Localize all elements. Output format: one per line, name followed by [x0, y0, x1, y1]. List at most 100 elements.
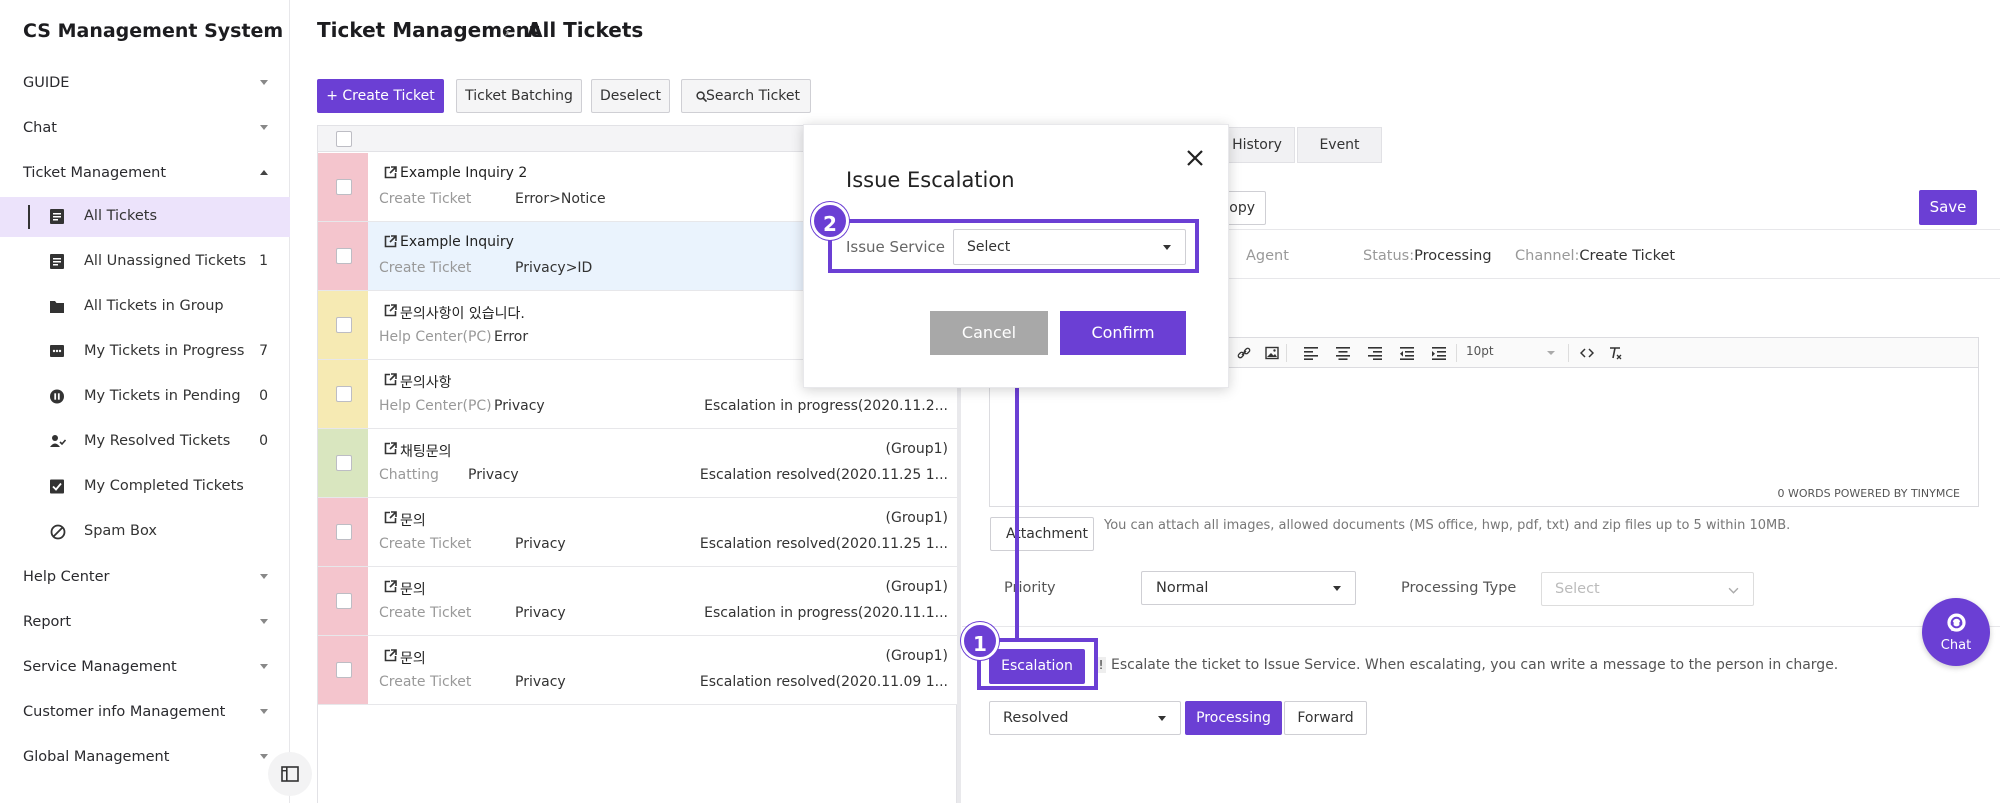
sidebar-item-all-tickets[interactable]: All Tickets: [0, 197, 290, 237]
align-right-icon[interactable]: [1368, 346, 1382, 360]
external-link-icon[interactable]: [384, 649, 397, 662]
sidebar-item-my-resolved[interactable]: My Resolved Tickets 0: [0, 422, 290, 462]
external-link-icon[interactable]: [384, 373, 397, 386]
chevron-down-icon: [260, 754, 268, 759]
page-title: All Tickets: [527, 18, 644, 42]
chevron-down-icon: [1547, 351, 1555, 355]
image-icon[interactable]: [1265, 346, 1279, 360]
nav-group-service-management[interactable]: Service Management: [0, 648, 290, 688]
divider: [1203, 229, 2000, 230]
row-checkbox[interactable]: [336, 593, 352, 609]
meta-channel-value: Create Ticket: [1579, 248, 1676, 264]
ticket-title[interactable]: 문의: [400, 510, 426, 530]
chat-button[interactable]: Chat: [1922, 598, 1990, 666]
sidebar-item-count: 7: [259, 343, 268, 359]
indent-icon[interactable]: [1432, 346, 1446, 360]
sidebar-item-count: 0: [259, 388, 268, 404]
select-all-checkbox[interactable]: [336, 131, 352, 147]
sidebar-item-spam-box[interactable]: Spam Box: [0, 512, 290, 552]
ticket-title[interactable]: 채팅문의: [400, 441, 452, 461]
search-ticket-button[interactable]: Search Ticket: [681, 79, 811, 113]
sidebar-collapse-icon: [281, 766, 299, 782]
attachment-button[interactable]: Attachment: [990, 517, 1094, 551]
annotation-step-badge: 2: [811, 202, 849, 240]
meta-status: Status:Processing: [1363, 248, 1492, 264]
ticket-status: Escalation resolved(2020.11.09 1...: [699, 674, 948, 690]
nav-group-ticket-management[interactable]: Ticket Management: [0, 154, 290, 194]
ticket-source: Create Ticket: [379, 191, 472, 207]
priority-label: Priority: [1004, 580, 1056, 596]
chevron-down-icon: [1728, 587, 1739, 594]
outdent-icon[interactable]: [1400, 346, 1414, 360]
nav-group-label: Help Center: [23, 569, 110, 585]
external-link-icon[interactable]: [384, 580, 397, 593]
sidebar-item-my-in-progress[interactable]: My Tickets in Progress 7: [0, 332, 290, 372]
code-icon[interactable]: [1580, 346, 1594, 360]
nav-group-guide[interactable]: GUIDE: [0, 64, 290, 104]
ticket-batching-button[interactable]: Ticket Batching: [456, 79, 582, 113]
ticket-title[interactable]: 문의: [400, 579, 426, 599]
sidebar-item-my-pending[interactable]: My Tickets in Pending 0: [0, 377, 290, 417]
row-checkbox[interactable]: [336, 317, 352, 333]
nav-group-report[interactable]: Report: [0, 603, 290, 643]
row-checkbox[interactable]: [336, 386, 352, 402]
sidebar-item-my-completed[interactable]: My Completed Tickets: [0, 467, 290, 507]
processing-button[interactable]: Processing: [1185, 701, 1282, 735]
nav-group-customer-info[interactable]: Customer info Management: [0, 693, 290, 733]
ticket-status: Escalation resolved(2020.11.25 1...: [699, 467, 948, 483]
close-icon[interactable]: [1184, 147, 1206, 169]
search-icon: [696, 91, 707, 102]
row-checkbox[interactable]: [336, 524, 352, 540]
sidebar-item-label: My Completed Tickets: [84, 478, 244, 494]
ticket-title[interactable]: 문의: [400, 648, 426, 668]
row-checkbox[interactable]: [336, 455, 352, 471]
ticket-title[interactable]: Example Inquiry 2: [400, 165, 527, 181]
deselect-button[interactable]: Deselect: [591, 79, 670, 113]
align-center-icon[interactable]: [1336, 346, 1350, 360]
table-row[interactable]: 문의 Create Ticket Privacy (Group1) Escalation…: [318, 636, 958, 705]
table-row[interactable]: 채팅문의 Chatting Privacy (Group1) Escalation re…: [318, 429, 958, 498]
sidebar-toggle-button[interactable]: [268, 752, 312, 796]
external-link-icon[interactable]: [384, 304, 397, 317]
row-checkbox[interactable]: [336, 662, 352, 678]
tab-event[interactable]: Event: [1297, 127, 1382, 163]
chat-bubble-icon: [1947, 613, 1966, 632]
ticket-title[interactable]: 문의사항이 있습니다.: [400, 303, 525, 323]
row-checkbox[interactable]: [336, 179, 352, 195]
clear-format-icon[interactable]: [1608, 346, 1622, 360]
status-select[interactable]: Resolved: [989, 701, 1181, 735]
align-left-icon[interactable]: [1304, 346, 1318, 360]
meta-channel-label: Channel:: [1515, 248, 1580, 264]
confirm-button[interactable]: Confirm: [1060, 311, 1186, 355]
forward-button[interactable]: Forward: [1284, 701, 1367, 735]
nav-group-help-center[interactable]: Help Center: [0, 558, 290, 598]
annotation-highlight-issue-service: [828, 219, 1199, 273]
priority-select[interactable]: Normal: [1141, 571, 1356, 605]
divider: [962, 626, 2000, 627]
nav-group-global-management[interactable]: Global Management: [0, 738, 290, 778]
table-row[interactable]: 문의 Create Ticket Privacy (Group1) Escalation…: [318, 567, 958, 636]
nav-group-chat[interactable]: Chat: [0, 109, 290, 149]
save-button[interactable]: Save: [1919, 190, 1977, 225]
sidebar-item-label: My Tickets in Pending: [84, 388, 241, 404]
link-icon[interactable]: [1237, 346, 1251, 360]
external-link-icon[interactable]: [384, 442, 397, 455]
priority-value: Normal: [1156, 580, 1209, 596]
row-checkbox[interactable]: [336, 248, 352, 264]
sidebar-item-all-tickets-group[interactable]: All Tickets in Group: [0, 287, 290, 327]
external-link-icon[interactable]: [384, 235, 397, 248]
external-link-icon[interactable]: [384, 511, 397, 524]
table-row[interactable]: 문의 Create Ticket Privacy (Group1) Escalation…: [318, 498, 958, 567]
font-size-select[interactable]: 10pt: [1466, 344, 1494, 358]
processing-type-select[interactable]: Select: [1541, 572, 1754, 606]
sidebar-item-all-unassigned[interactable]: All Unassigned Tickets 1: [0, 242, 290, 282]
ticket-title[interactable]: Example Inquiry: [400, 234, 514, 250]
cancel-button[interactable]: Cancel: [930, 311, 1048, 355]
ticket-title[interactable]: 문의사항: [400, 372, 452, 392]
nav-group-label: Report: [23, 614, 72, 630]
ticket-category: Privacy: [468, 467, 519, 483]
create-ticket-button[interactable]: + Create Ticket: [317, 79, 444, 113]
external-link-icon[interactable]: [384, 166, 397, 179]
status-select-value: Resolved: [1003, 710, 1069, 726]
sidebar-item-label: All Tickets: [84, 208, 158, 224]
